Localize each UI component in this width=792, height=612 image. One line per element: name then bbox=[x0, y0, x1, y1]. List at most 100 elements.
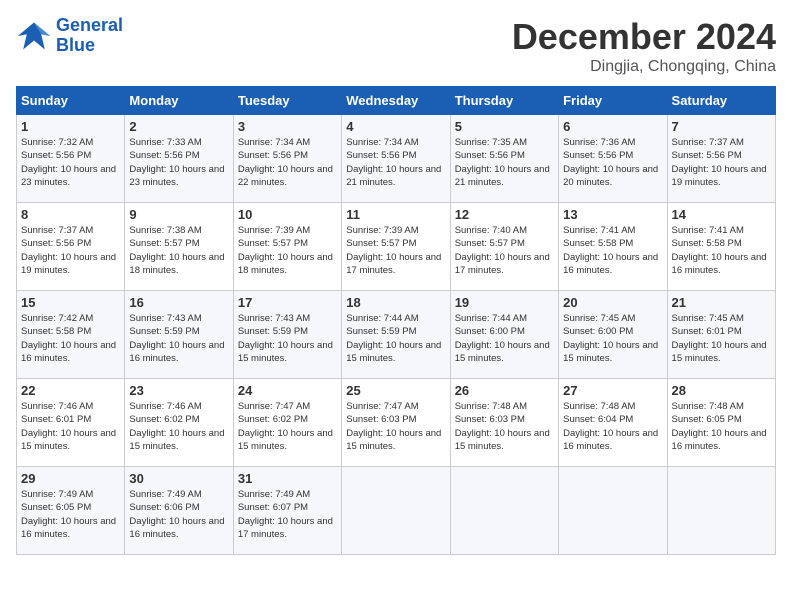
calendar-cell bbox=[667, 467, 775, 555]
day-number: 31 bbox=[238, 471, 337, 486]
day-info: Sunrise: 7:46 AMSunset: 6:02 PMDaylight:… bbox=[129, 400, 228, 453]
day-info: Sunrise: 7:49 AMSunset: 6:05 PMDaylight:… bbox=[21, 488, 120, 541]
calendar-week-row: 1 Sunrise: 7:32 AMSunset: 5:56 PMDayligh… bbox=[17, 115, 776, 203]
day-info: Sunrise: 7:47 AMSunset: 6:02 PMDaylight:… bbox=[238, 400, 337, 453]
day-info: Sunrise: 7:38 AMSunset: 5:57 PMDaylight:… bbox=[129, 224, 228, 277]
day-number: 7 bbox=[672, 119, 771, 134]
calendar-cell: 29 Sunrise: 7:49 AMSunset: 6:05 PMDaylig… bbox=[17, 467, 125, 555]
calendar-cell: 26 Sunrise: 7:48 AMSunset: 6:03 PMDaylig… bbox=[450, 379, 558, 467]
day-info: Sunrise: 7:48 AMSunset: 6:03 PMDaylight:… bbox=[455, 400, 554, 453]
day-number: 26 bbox=[455, 383, 554, 398]
day-info: Sunrise: 7:47 AMSunset: 6:03 PMDaylight:… bbox=[346, 400, 445, 453]
logo: General Blue bbox=[16, 16, 123, 56]
calendar-cell: 14 Sunrise: 7:41 AMSunset: 5:58 PMDaylig… bbox=[667, 203, 775, 291]
day-info: Sunrise: 7:36 AMSunset: 5:56 PMDaylight:… bbox=[563, 136, 662, 189]
day-info: Sunrise: 7:45 AMSunset: 6:01 PMDaylight:… bbox=[672, 312, 771, 365]
calendar-cell: 13 Sunrise: 7:41 AMSunset: 5:58 PMDaylig… bbox=[559, 203, 667, 291]
day-info: Sunrise: 7:44 AMSunset: 5:59 PMDaylight:… bbox=[346, 312, 445, 365]
calendar-cell: 30 Sunrise: 7:49 AMSunset: 6:06 PMDaylig… bbox=[125, 467, 233, 555]
weekday-header: Thursday bbox=[450, 87, 558, 115]
day-info: Sunrise: 7:35 AMSunset: 5:56 PMDaylight:… bbox=[455, 136, 554, 189]
calendar-cell: 22 Sunrise: 7:46 AMSunset: 6:01 PMDaylig… bbox=[17, 379, 125, 467]
day-info: Sunrise: 7:45 AMSunset: 6:00 PMDaylight:… bbox=[563, 312, 662, 365]
day-number: 9 bbox=[129, 207, 228, 222]
weekday-header: Tuesday bbox=[233, 87, 341, 115]
calendar-subtitle: Dingjia, Chongqing, China bbox=[512, 58, 776, 76]
calendar-cell bbox=[342, 467, 450, 555]
day-number: 15 bbox=[21, 295, 120, 310]
day-number: 30 bbox=[129, 471, 228, 486]
day-number: 24 bbox=[238, 383, 337, 398]
logo-text: General Blue bbox=[56, 16, 123, 56]
day-number: 28 bbox=[672, 383, 771, 398]
day-info: Sunrise: 7:33 AMSunset: 5:56 PMDaylight:… bbox=[129, 136, 228, 189]
day-number: 25 bbox=[346, 383, 445, 398]
weekday-header: Sunday bbox=[17, 87, 125, 115]
calendar-cell: 10 Sunrise: 7:39 AMSunset: 5:57 PMDaylig… bbox=[233, 203, 341, 291]
day-number: 23 bbox=[129, 383, 228, 398]
day-info: Sunrise: 7:40 AMSunset: 5:57 PMDaylight:… bbox=[455, 224, 554, 277]
calendar-cell: 27 Sunrise: 7:48 AMSunset: 6:04 PMDaylig… bbox=[559, 379, 667, 467]
day-number: 4 bbox=[346, 119, 445, 134]
day-info: Sunrise: 7:42 AMSunset: 5:58 PMDaylight:… bbox=[21, 312, 120, 365]
day-info: Sunrise: 7:43 AMSunset: 5:59 PMDaylight:… bbox=[238, 312, 337, 365]
weekday-header: Friday bbox=[559, 87, 667, 115]
calendar-cell: 23 Sunrise: 7:46 AMSunset: 6:02 PMDaylig… bbox=[125, 379, 233, 467]
header: General Blue December 2024 Dingjia, Chon… bbox=[16, 16, 776, 76]
day-number: 19 bbox=[455, 295, 554, 310]
day-number: 21 bbox=[672, 295, 771, 310]
weekday-header: Monday bbox=[125, 87, 233, 115]
day-info: Sunrise: 7:41 AMSunset: 5:58 PMDaylight:… bbox=[672, 224, 771, 277]
calendar-cell: 25 Sunrise: 7:47 AMSunset: 6:03 PMDaylig… bbox=[342, 379, 450, 467]
calendar-cell: 31 Sunrise: 7:49 AMSunset: 6:07 PMDaylig… bbox=[233, 467, 341, 555]
day-info: Sunrise: 7:37 AMSunset: 5:56 PMDaylight:… bbox=[672, 136, 771, 189]
calendar-week-row: 29 Sunrise: 7:49 AMSunset: 6:05 PMDaylig… bbox=[17, 467, 776, 555]
day-info: Sunrise: 7:34 AMSunset: 5:56 PMDaylight:… bbox=[346, 136, 445, 189]
day-number: 12 bbox=[455, 207, 554, 222]
weekday-header: Wednesday bbox=[342, 87, 450, 115]
calendar-cell: 20 Sunrise: 7:45 AMSunset: 6:00 PMDaylig… bbox=[559, 291, 667, 379]
calendar-cell: 16 Sunrise: 7:43 AMSunset: 5:59 PMDaylig… bbox=[125, 291, 233, 379]
calendar-cell: 12 Sunrise: 7:40 AMSunset: 5:57 PMDaylig… bbox=[450, 203, 558, 291]
day-number: 5 bbox=[455, 119, 554, 134]
day-info: Sunrise: 7:39 AMSunset: 5:57 PMDaylight:… bbox=[346, 224, 445, 277]
day-number: 10 bbox=[238, 207, 337, 222]
day-number: 18 bbox=[346, 295, 445, 310]
calendar-header-row: SundayMondayTuesdayWednesdayThursdayFrid… bbox=[17, 87, 776, 115]
day-info: Sunrise: 7:49 AMSunset: 6:06 PMDaylight:… bbox=[129, 488, 228, 541]
day-number: 17 bbox=[238, 295, 337, 310]
day-number: 8 bbox=[21, 207, 120, 222]
calendar-cell: 15 Sunrise: 7:42 AMSunset: 5:58 PMDaylig… bbox=[17, 291, 125, 379]
day-number: 2 bbox=[129, 119, 228, 134]
day-info: Sunrise: 7:43 AMSunset: 5:59 PMDaylight:… bbox=[129, 312, 228, 365]
calendar-cell: 1 Sunrise: 7:32 AMSunset: 5:56 PMDayligh… bbox=[17, 115, 125, 203]
day-number: 6 bbox=[563, 119, 662, 134]
day-number: 22 bbox=[21, 383, 120, 398]
day-number: 11 bbox=[346, 207, 445, 222]
calendar-cell: 11 Sunrise: 7:39 AMSunset: 5:57 PMDaylig… bbox=[342, 203, 450, 291]
day-number: 3 bbox=[238, 119, 337, 134]
calendar-table: SundayMondayTuesdayWednesdayThursdayFrid… bbox=[16, 86, 776, 555]
calendar-cell: 24 Sunrise: 7:47 AMSunset: 6:02 PMDaylig… bbox=[233, 379, 341, 467]
day-number: 13 bbox=[563, 207, 662, 222]
title-block: December 2024 Dingjia, Chongqing, China bbox=[512, 16, 776, 76]
calendar-cell: 5 Sunrise: 7:35 AMSunset: 5:56 PMDayligh… bbox=[450, 115, 558, 203]
day-info: Sunrise: 7:46 AMSunset: 6:01 PMDaylight:… bbox=[21, 400, 120, 453]
calendar-title: December 2024 bbox=[512, 16, 776, 58]
day-number: 20 bbox=[563, 295, 662, 310]
calendar-cell: 9 Sunrise: 7:38 AMSunset: 5:57 PMDayligh… bbox=[125, 203, 233, 291]
calendar-cell: 17 Sunrise: 7:43 AMSunset: 5:59 PMDaylig… bbox=[233, 291, 341, 379]
calendar-cell: 8 Sunrise: 7:37 AMSunset: 5:56 PMDayligh… bbox=[17, 203, 125, 291]
day-info: Sunrise: 7:34 AMSunset: 5:56 PMDaylight:… bbox=[238, 136, 337, 189]
day-info: Sunrise: 7:37 AMSunset: 5:56 PMDaylight:… bbox=[21, 224, 120, 277]
calendar-body: 1 Sunrise: 7:32 AMSunset: 5:56 PMDayligh… bbox=[17, 115, 776, 555]
calendar-week-row: 8 Sunrise: 7:37 AMSunset: 5:56 PMDayligh… bbox=[17, 203, 776, 291]
logo-icon bbox=[16, 18, 52, 54]
calendar-cell: 21 Sunrise: 7:45 AMSunset: 6:01 PMDaylig… bbox=[667, 291, 775, 379]
calendar-cell: 2 Sunrise: 7:33 AMSunset: 5:56 PMDayligh… bbox=[125, 115, 233, 203]
calendar-cell: 19 Sunrise: 7:44 AMSunset: 6:00 PMDaylig… bbox=[450, 291, 558, 379]
calendar-week-row: 15 Sunrise: 7:42 AMSunset: 5:58 PMDaylig… bbox=[17, 291, 776, 379]
day-info: Sunrise: 7:48 AMSunset: 6:04 PMDaylight:… bbox=[563, 400, 662, 453]
calendar-cell bbox=[450, 467, 558, 555]
calendar-cell: 6 Sunrise: 7:36 AMSunset: 5:56 PMDayligh… bbox=[559, 115, 667, 203]
